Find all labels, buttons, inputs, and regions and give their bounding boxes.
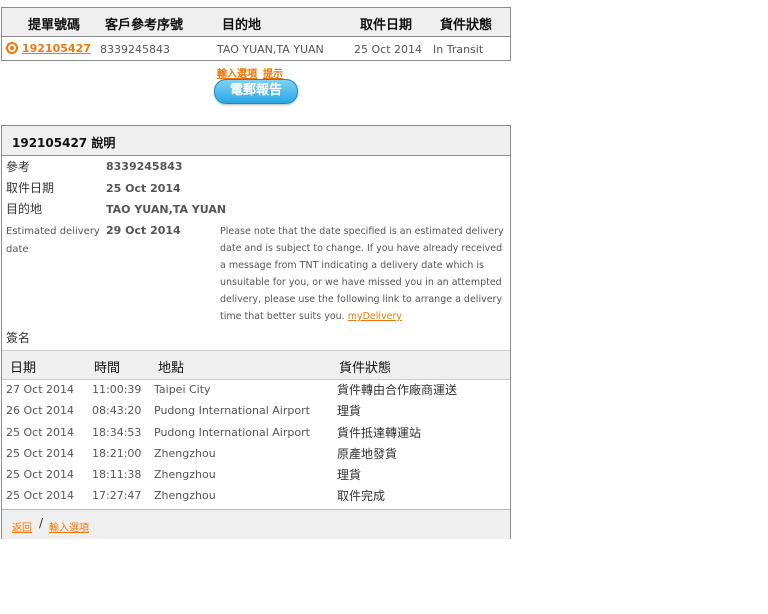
history-time: 11:00:39 [92, 383, 142, 396]
history-header-location: 地點 [158, 361, 185, 376]
history-location: Taipei City [154, 383, 211, 396]
email-report-button[interactable]: 電郵報告 [214, 79, 298, 104]
value-destination: TAO YUAN,TA YUAN [106, 203, 227, 216]
status-value: In Transit [433, 43, 484, 56]
summary-row: 192105427 8339245843 TAO YUAN,TA YUAN 25… [2, 37, 510, 60]
destination-value: TAO YUAN,TA YUAN [217, 43, 324, 56]
delivery-note: Please note that the date specified is a… [220, 223, 508, 325]
history-time: 08:43:20 [92, 404, 142, 417]
history-header-time: 時間 [94, 361, 121, 376]
history-time: 17:27:47 [92, 489, 142, 502]
history-status: 貨件轉由合作廠商運送 [337, 383, 458, 397]
history-status: 取件完成 [337, 489, 386, 503]
history-date: 25 Oct 2014 [6, 468, 75, 481]
label-reference: 參考 [6, 160, 31, 174]
header-status: 貨件狀態 [440, 18, 493, 33]
delivery-note-text: Please note that the date specified is a… [220, 226, 504, 322]
value-reference: 8339245843 [106, 160, 183, 173]
pickup-date-value: 25 Oct 2014 [354, 43, 423, 56]
summary-table: 提單號碼 客戶參考序號 目的地 取件日期 貨件狀態 192105427 8339… [1, 7, 511, 61]
details-title: 192105427 說明 [12, 136, 116, 150]
footer-separator: / [39, 516, 44, 530]
history-time: 18:21:00 [92, 447, 142, 460]
history-row: 25 Oct 2014 18:11:38 Zhengzhou 理貨 [2, 464, 510, 485]
history-row: 25 Oct 2014 17:27:47 Zhengzhou 取件完成 [2, 485, 510, 506]
value-pickup-date: 25 Oct 2014 [106, 182, 181, 195]
history-location: Zhengzhou [154, 447, 216, 460]
history-time: 18:11:38 [92, 468, 142, 481]
history-date: 25 Oct 2014 [6, 447, 75, 460]
history-location: Zhengzhou [154, 468, 216, 481]
history-header-status: 貨件狀態 [339, 361, 392, 376]
footer-input-options-link[interactable]: 輸入選項 [49, 519, 89, 534]
history-date: 26 Oct 2014 [6, 404, 75, 417]
header-reference: 客戶參考序號 [105, 18, 184, 33]
value-estimated-delivery: 29 Oct 2014 [106, 224, 181, 237]
history-row: 25 Oct 2014 18:34:53 Pudong Internationa… [2, 422, 510, 443]
mydelivery-link[interactable]: myDelivery [348, 311, 402, 322]
label-signature: 簽名 [6, 331, 31, 345]
history-location: Pudong International Airport [154, 404, 310, 417]
details-panel: 192105427 說明 參考 8339245843 取件日期 25 Oct 2… [1, 125, 511, 539]
label-pickup-date: 取件日期 [6, 181, 55, 195]
history-status: 理貨 [337, 468, 362, 482]
history-header-date: 日期 [10, 361, 37, 376]
details-title-bar: 192105427 說明 [2, 126, 510, 156]
history-date: 25 Oct 2014 [6, 489, 75, 502]
radio-selected-icon[interactable] [6, 42, 18, 54]
history-status: 貨件抵達轉運站 [337, 426, 422, 440]
history-row: 26 Oct 2014 08:43:20 Pudong Internationa… [2, 400, 510, 421]
header-pickup-date: 取件日期 [360, 18, 413, 33]
header-destination: 目的地 [222, 18, 262, 33]
history-row: 25 Oct 2014 18:21:00 Zhengzhou 原產地發貨 [2, 443, 510, 464]
header-tracking-number: 提單號碼 [28, 18, 81, 33]
history-row: 27 Oct 2014 11:00:39 Taipei City 貨件轉由合作廠… [2, 379, 510, 400]
tracking-number-link[interactable]: 192105427 [22, 42, 91, 55]
history-status: 理貨 [337, 404, 362, 418]
history-location: Zhengzhou [154, 489, 216, 502]
label-destination: 目的地 [6, 202, 43, 216]
history-date: 27 Oct 2014 [6, 383, 75, 396]
history-header: 日期 時間 地點 貨件狀態 [2, 350, 510, 380]
history-status: 原產地發貨 [337, 447, 398, 461]
reference-value: 8339245843 [100, 43, 170, 56]
summary-header: 提單號碼 客戶參考序號 目的地 取件日期 貨件狀態 [2, 8, 510, 37]
history-time: 18:34:53 [92, 426, 142, 439]
details-footer: 返回 / 輸入選項 [2, 509, 510, 539]
label-estimated-delivery: Estimated delivery date [6, 226, 100, 255]
history-date: 25 Oct 2014 [6, 426, 75, 439]
back-link[interactable]: 返回 [12, 519, 32, 534]
history-location: Pudong International Airport [154, 426, 310, 439]
option-links: 輸入選項 提示 [217, 65, 289, 80]
